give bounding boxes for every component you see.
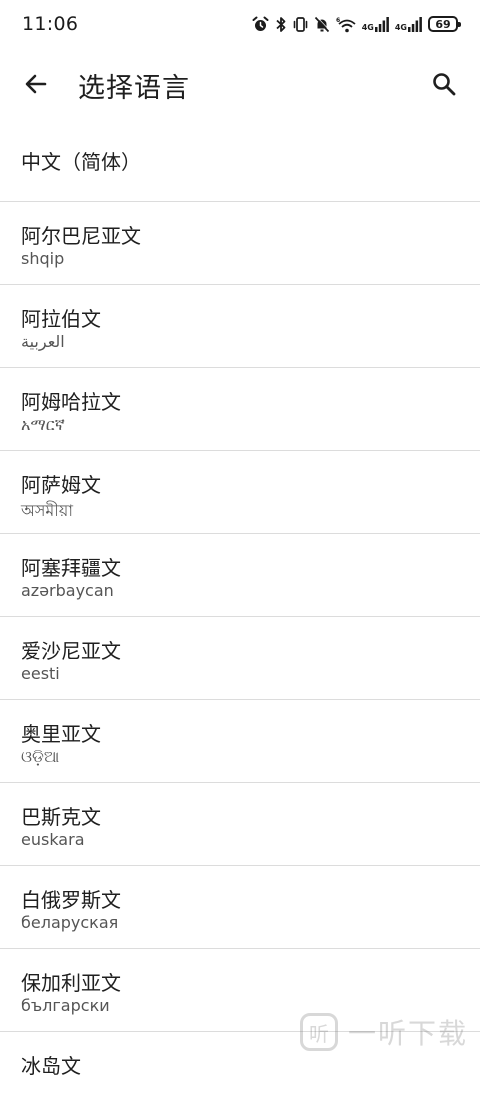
mute-icon — [314, 15, 330, 33]
watermark-badge-text: 听 — [308, 1021, 329, 1046]
language-name: 奥里亚文 — [21, 722, 101, 746]
language-list: 中文（简体） 阿尔巴尼亚文 shqip 阿拉伯文 العربية 阿姆哈拉文 አ… — [0, 118, 480, 1115]
page-title: 选择语言 — [78, 73, 190, 104]
language-name: 中文（简体） — [21, 150, 141, 174]
cell-signal-1: 4G — [362, 16, 389, 32]
language-name: 冰岛文 — [21, 1054, 81, 1078]
status-icons: 6 4G 4G 69 — [252, 12, 461, 36]
language-native-name: ଓଡ଼ିଆ — [21, 747, 60, 766]
language-item[interactable]: 阿萨姆文 অসমীয়া — [0, 451, 480, 534]
bluetooth-icon — [275, 16, 287, 33]
watermark: 听 一听下载 — [299, 1012, 468, 1052]
vibrate-icon — [293, 16, 308, 33]
language-name: 阿尔巴尼亚文 — [21, 224, 141, 248]
language-name: 巴斯克文 — [21, 805, 101, 829]
language-native-name: azərbaycan — [21, 581, 114, 600]
search-button[interactable] — [422, 62, 466, 106]
battery-level: 69 — [435, 17, 451, 31]
language-native-name: shqip — [21, 249, 65, 268]
app-bar: 选择语言 — [0, 52, 480, 116]
network-type-label: 4G — [394, 23, 407, 32]
language-name: 阿萨姆文 — [21, 473, 101, 497]
search-icon — [433, 73, 456, 96]
signal-icon — [374, 17, 389, 32]
language-native-name: eesti — [21, 664, 60, 683]
language-item[interactable]: 巴斯克文 euskara — [0, 783, 480, 866]
arrow-left-icon — [25, 74, 47, 94]
status-time: 11:06 — [22, 13, 79, 35]
language-name: 阿塞拜疆文 — [21, 556, 121, 580]
language-item[interactable]: 阿拉伯文 العربية — [0, 285, 480, 368]
language-item-current[interactable]: 中文（简体） — [0, 118, 480, 202]
signal-icon — [408, 17, 422, 32]
language-item[interactable]: 白俄罗斯文 беларуская — [0, 866, 480, 949]
language-item[interactable]: 阿塞拜疆文 azərbaycan — [0, 534, 480, 617]
language-native-name: български — [21, 996, 110, 1015]
language-item[interactable]: 阿尔巴尼亚文 shqip — [0, 202, 480, 285]
status-bar: 11:06 6 4G 4G 69 — [0, 0, 480, 50]
language-name: 阿姆哈拉文 — [21, 390, 121, 414]
language-name: 保加利亚文 — [21, 971, 121, 995]
language-native-name: euskara — [21, 830, 85, 849]
language-native-name: অসমীয়া — [21, 501, 73, 520]
network-type-label: 4G — [361, 23, 374, 32]
language-native-name: العربية — [21, 332, 65, 351]
language-native-name: አማርኛ — [21, 415, 65, 434]
alarm-icon — [252, 16, 269, 33]
language-name: 阿拉伯文 — [21, 307, 101, 331]
watermark-text: 一听下载 — [347, 1017, 468, 1050]
language-item[interactable]: 爱沙尼亚文 eesti — [0, 617, 480, 700]
language-name: 白俄罗斯文 — [21, 888, 121, 912]
language-item[interactable]: 奥里亚文 ଓଡ଼ିଆ — [0, 700, 480, 783]
battery-icon: 69 — [428, 16, 461, 32]
back-button[interactable] — [14, 62, 58, 106]
watermark-logo-icon: 听 — [299, 1013, 338, 1051]
cell-signal-2: 4G — [395, 16, 422, 32]
language-native-name: беларуская — [21, 913, 119, 932]
language-name: 爱沙尼亚文 — [21, 639, 121, 663]
language-item[interactable]: 阿姆哈拉文 አማርኛ — [0, 368, 480, 451]
wifi-icon: 6 — [336, 16, 356, 33]
